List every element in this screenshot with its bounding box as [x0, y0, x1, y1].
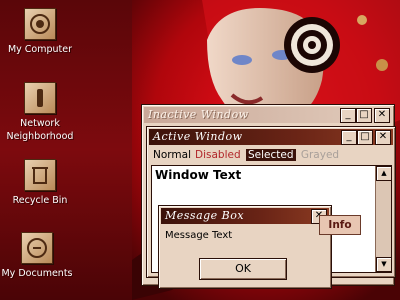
- maximize-button[interactable]: □: [356, 108, 372, 123]
- minimize-button[interactable]: _: [340, 108, 356, 123]
- desktop-icon-network-neighborhood[interactable]: Network Neighborhood: [0, 82, 80, 143]
- message-box[interactable]: Message Box ✕ Message Text OK: [158, 205, 332, 289]
- desktop-icon-my-documents[interactable]: My Documents: [0, 232, 77, 280]
- message-text: Message Text: [165, 230, 233, 241]
- recycle-bin-icon: [24, 159, 56, 191]
- menu-bar: Normal Disabled Selected Grayed: [151, 148, 341, 163]
- window-title: Active Window: [153, 130, 243, 143]
- desktop-icon-label: My Computer: [7, 44, 73, 55]
- desktop-icon-label: My Documents: [1, 268, 73, 279]
- message-box-title: Message Box: [165, 209, 245, 222]
- close-button[interactable]: ✕: [375, 130, 391, 145]
- inactive-window-titlebar[interactable]: Inactive Window _ □ ✕: [144, 107, 392, 123]
- vertical-scrollbar[interactable]: ▲ ▼: [375, 166, 392, 272]
- close-button[interactable]: ✕: [374, 108, 390, 123]
- scroll-down-button[interactable]: ▼: [376, 257, 392, 272]
- menu-item-grayed: Grayed: [300, 149, 340, 161]
- menu-item-normal[interactable]: Normal: [151, 149, 193, 161]
- my-documents-icon: [21, 232, 53, 264]
- my-computer-icon: [24, 8, 56, 40]
- info-tooltip: Info: [319, 215, 361, 235]
- network-neighborhood-icon: [24, 82, 56, 114]
- menu-item-selected[interactable]: Selected: [245, 149, 296, 161]
- ok-button[interactable]: OK: [199, 258, 287, 280]
- desktop-icon-label: Network Neighborhood: [6, 118, 74, 142]
- desktop-icon-recycle-bin[interactable]: Recycle Bin: [0, 159, 80, 207]
- menu-item-disabled: Disabled: [195, 149, 241, 161]
- minimize-button[interactable]: _: [341, 130, 357, 145]
- active-window-titlebar[interactable]: Active Window _ □ ✕: [149, 129, 393, 145]
- scroll-up-button[interactable]: ▲: [376, 166, 392, 181]
- message-box-titlebar[interactable]: Message Box ✕: [161, 208, 329, 224]
- window-text: Window Text: [155, 168, 242, 182]
- desktop-icon-label: Recycle Bin: [12, 195, 68, 206]
- maximize-button[interactable]: □: [357, 130, 373, 145]
- window-title: Inactive Window: [148, 108, 249, 121]
- desktop-icon-my-computer[interactable]: My Computer: [0, 8, 80, 56]
